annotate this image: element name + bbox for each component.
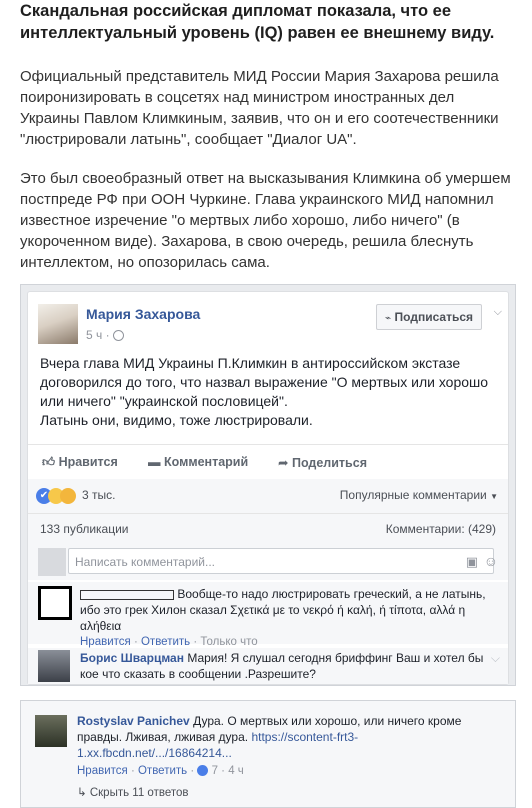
- comment-text-line-2: ибо это грек Хилон сказал Σχετικά με το …: [80, 603, 466, 617]
- comments-count[interactable]: Комментарии: (429): [386, 522, 496, 536]
- globe-icon: [112, 330, 124, 342]
- comment-item: Борис Шварцман Мария! Я слушал сегодня б…: [28, 648, 508, 684]
- post-author[interactable]: Мария Захарова: [86, 306, 200, 322]
- comment-link-line-2[interactable]: 1.xx.fbcdn.net/.../16864214...: [77, 746, 232, 760]
- embedded-post-screenshot: Мария Захарова 5 ч · ⌁ Подписаться ⌵ Вче…: [20, 284, 516, 686]
- comment-author[interactable]: Rostyslav Panichev: [77, 714, 190, 728]
- comment-text-line: Вообще-то надо люстрировать греческий, а…: [80, 586, 500, 602]
- comment-reply-link[interactable]: Ответить: [141, 636, 190, 648]
- comment-text-line-2: правды. Лживая, лживая дура.: [77, 730, 249, 744]
- comment-author[interactable]: Борис Шварцман: [80, 651, 184, 665]
- like-label: Нравится: [58, 455, 118, 469]
- comment-text-line-1: Дура. О мертвых или хорошо, или ничего к…: [193, 714, 462, 728]
- sort-label: Популярные комментарии: [339, 488, 487, 502]
- like-button[interactable]: 👍︎ Нравится: [42, 455, 118, 470]
- emoji-icon[interactable]: ☺: [484, 553, 498, 569]
- commenter-avatar[interactable]: [35, 715, 67, 747]
- post-text-line: договорился до того, что назвал выражени…: [40, 374, 489, 390]
- rss-icon: ⌁: [385, 313, 392, 324]
- chevron-down-icon[interactable]: ⌵: [491, 650, 500, 666]
- post-time-text: 5 ч ·: [86, 328, 110, 342]
- post-time[interactable]: 5 ч ·: [86, 328, 124, 342]
- comment-time: Только что: [200, 636, 258, 648]
- post-actions: 👍︎ Нравится ▬ Комментарий ➦ Поделиться: [28, 444, 508, 480]
- comment-composer: Написать комментарий... ▣ ☺: [28, 544, 508, 580]
- comment-text-line-1: Вообще-то надо люстрировать греческий, а…: [177, 587, 486, 601]
- caret-down-icon: ▼: [490, 492, 498, 501]
- subscribe-button[interactable]: ⌁ Подписаться: [376, 304, 482, 330]
- comment-button[interactable]: ▬ Комментарий: [148, 455, 248, 469]
- hide-replies-link[interactable]: ↳ Скрыть 11 ответов: [77, 785, 497, 801]
- article: Скандальная российская дипломат показала…: [20, 0, 516, 44]
- reactions-bar: ✔ 3 тыс. Популярные комментарии ▼: [28, 479, 508, 514]
- comment-input[interactable]: Написать комментарий...: [68, 548, 494, 574]
- shares-count[interactable]: 133 публикации: [40, 522, 129, 536]
- comment-text-line-1: Мария! Я слушал сегодня бриффинг Ваш и х…: [187, 651, 484, 665]
- fb-post-card: Мария Захарова 5 ч · ⌁ Подписаться ⌵ Вче…: [27, 291, 509, 685]
- comment-text-line-3: αλήθεια: [80, 619, 122, 633]
- comment-time: 4 ч: [228, 765, 244, 777]
- commenter-avatar: [38, 586, 72, 620]
- article-headline: Скандальная российская дипломат показала…: [20, 2, 495, 42]
- author-avatar[interactable]: [38, 304, 78, 344]
- comment-icon: ▬: [148, 455, 161, 469]
- comment-author-placeholder[interactable]: [80, 589, 174, 600]
- subscribe-label: Подписаться: [394, 310, 473, 324]
- comment-text-line-2: кое что сказать в сообщении .Разрешите?: [80, 667, 316, 681]
- wow-reaction-icon[interactable]: [60, 488, 76, 504]
- comment-item: Вообще-то надо люстрировать греческий, а…: [28, 582, 508, 648]
- comment-like-count[interactable]: 7: [212, 765, 218, 777]
- post-text-line: Латынь они, видимо, тоже люстрировали.: [40, 412, 313, 428]
- reactions-count[interactable]: 3 тыс.: [82, 488, 115, 502]
- viewer-avatar: [38, 548, 66, 576]
- comment-like-link[interactable]: Нравится: [80, 636, 131, 648]
- post-text-line: Вчера глава МИД Украины П.Климкин в анти…: [40, 355, 461, 371]
- comment-like-link[interactable]: Нравится: [77, 765, 128, 777]
- embedded-comment-screenshot: Rostyslav Panichev Дура. О мертвых или х…: [20, 700, 516, 808]
- reply-arrow-icon: ↳: [77, 787, 87, 799]
- comment-meta: Нравится · Ответить · 7 · 4 ч: [77, 765, 244, 777]
- hide-replies-label: Скрыть 11 ответов: [89, 787, 189, 799]
- commenter-avatar[interactable]: [38, 650, 70, 682]
- post-text: Вчера глава МИД Украины П.Климкин в анти…: [40, 354, 496, 430]
- like-count-icon: [197, 765, 209, 777]
- post-text-line: или ничего" "украинской пословицей".: [40, 393, 288, 409]
- article-paragraph-2: Это был своеобразный ответ на высказыван…: [20, 170, 511, 271]
- camera-icon[interactable]: ▣: [466, 554, 478, 570]
- thumbs-up-icon: 👍︎: [42, 455, 56, 469]
- comment-label: Комментарий: [163, 455, 249, 469]
- chevron-down-icon[interactable]: ⌵: [494, 306, 502, 319]
- article-paragraph-1: Официальный представитель МИД России Мар…: [20, 68, 499, 148]
- share-label: Поделиться: [291, 456, 367, 470]
- share-icon: ➦: [278, 456, 289, 470]
- comment-reply-link[interactable]: Ответить: [138, 765, 187, 777]
- share-button[interactable]: ➦ Поделиться: [278, 455, 367, 470]
- post-stats: 133 публикации Комментарии: (429): [28, 514, 508, 544]
- sort-comments-dropdown[interactable]: Популярные комментарии ▼: [340, 488, 498, 502]
- comment-link-line-1[interactable]: https://scontent-frt3-: [251, 730, 358, 744]
